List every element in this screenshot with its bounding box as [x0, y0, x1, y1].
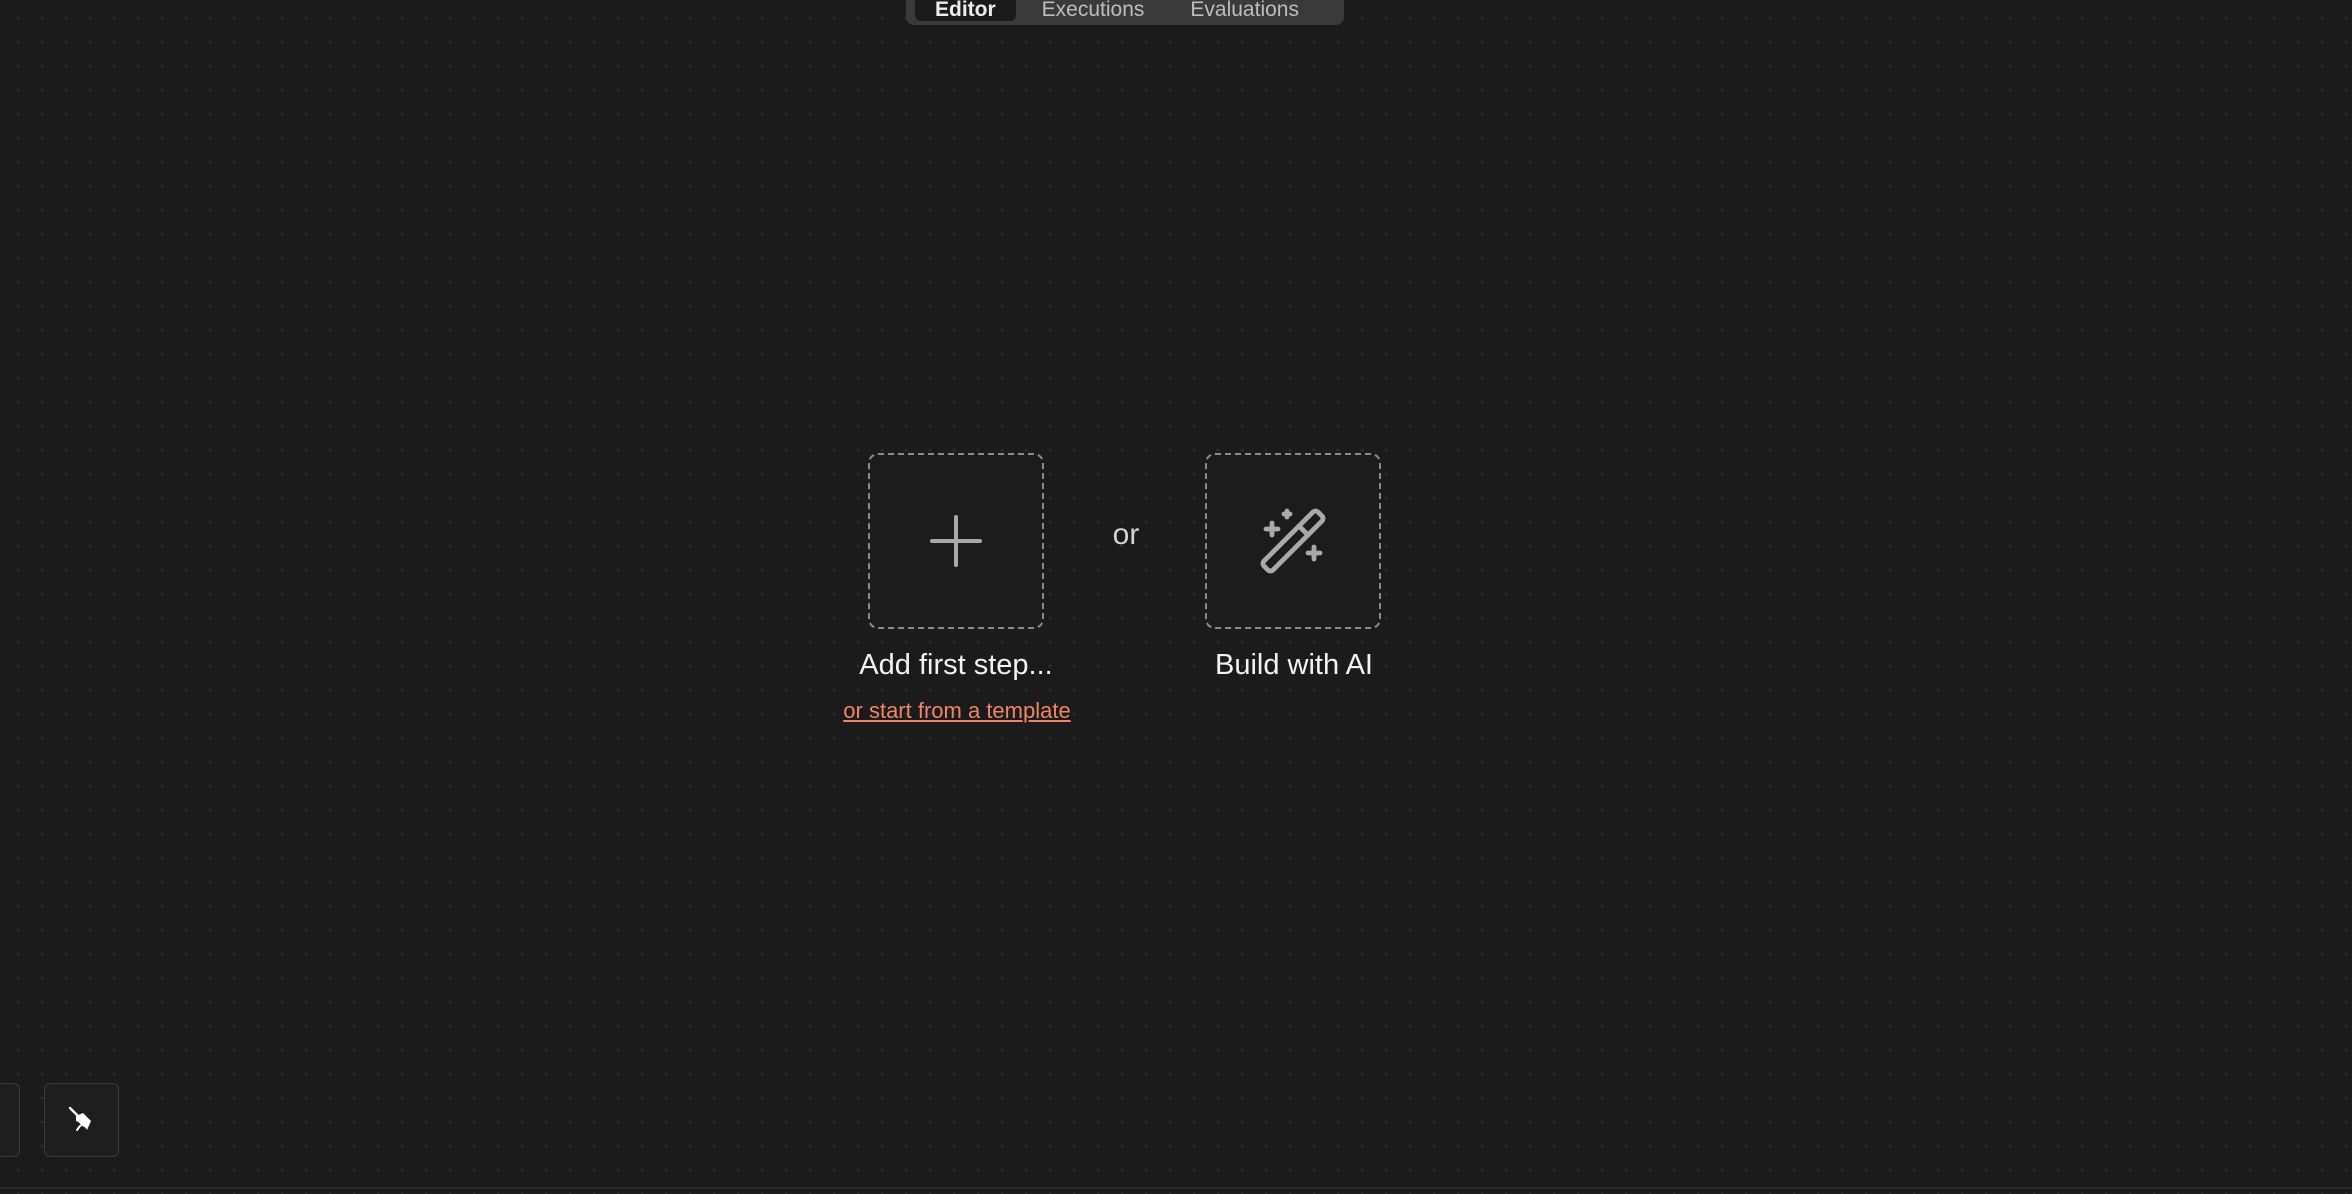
view-tab-switcher: Editor Executions Evaluations	[906, 0, 1344, 25]
or-separator: or	[1112, 518, 1140, 551]
canvas-control-button-partial[interactable]	[0, 1083, 20, 1157]
workflow-canvas[interactable]	[0, 0, 2352, 1194]
build-with-ai-label: Build with AI	[1215, 649, 1373, 681]
tab-executions[interactable]: Executions	[1022, 0, 1165, 21]
tab-evaluations[interactable]: Evaluations	[1170, 0, 1319, 21]
tidy-up-button[interactable]	[44, 1083, 119, 1157]
magic-wand-icon	[1260, 508, 1326, 574]
plus-icon	[930, 515, 982, 567]
add-first-step-label: Add first step...	[859, 649, 1053, 681]
bottom-border	[0, 1187, 2352, 1189]
tab-editor[interactable]: Editor	[915, 0, 1016, 21]
add-first-step-button[interactable]	[868, 453, 1044, 629]
start-from-template-link[interactable]: or start from a template	[826, 698, 1088, 724]
build-with-ai-button[interactable]	[1205, 453, 1381, 629]
broom-icon	[68, 1106, 91, 1131]
